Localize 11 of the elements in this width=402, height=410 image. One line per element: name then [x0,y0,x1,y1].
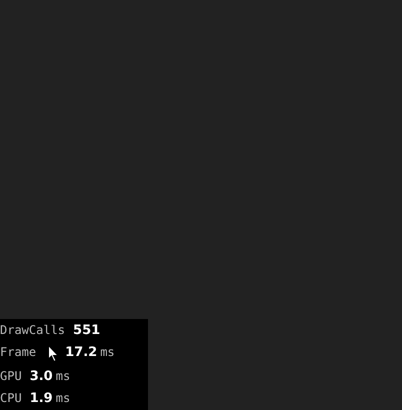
stat-unit: ms [56,391,70,406]
stat-label: Frame [0,344,36,359]
stat-label: GPU [0,369,22,384]
stat-label: CPU [0,391,22,406]
stat-value: 17.2 [65,344,98,360]
stat-unit: ms [56,369,70,384]
stat-value: 1.9 [30,391,53,406]
stat-value: 3.0 [30,369,53,384]
stat-label: DrawCalls [0,322,66,337]
stat-value: 551 [73,322,100,338]
stat-unit: ms [100,344,115,359]
